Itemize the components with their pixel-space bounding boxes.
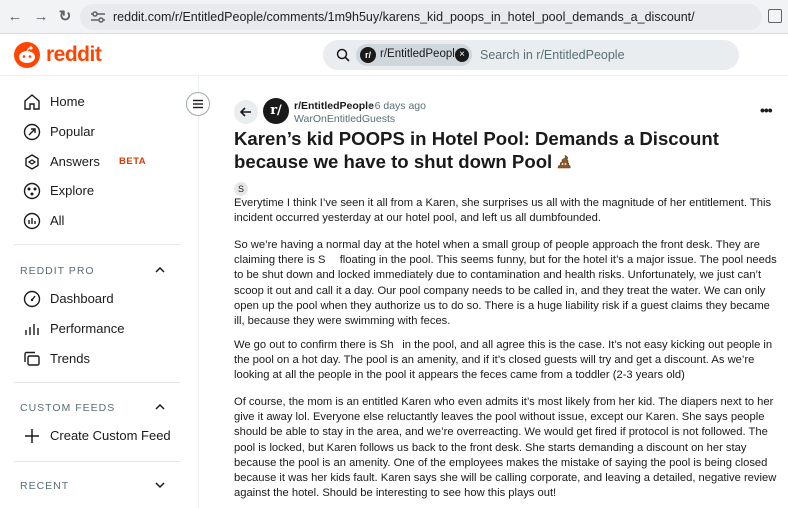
sidebar-divider xyxy=(14,461,180,462)
post-author[interactable]: WarOnEntitledGuests xyxy=(294,113,395,125)
sidebar-item-label: All xyxy=(50,213,65,228)
search-icon xyxy=(336,48,350,62)
answers-icon xyxy=(25,154,39,170)
post-title: Karen’s kid POOPS in Hotel Pool: Demands… xyxy=(234,127,774,173)
forward-nav-icon[interactable]: → xyxy=(32,8,50,26)
subreddit-chip-avatar: r/ xyxy=(360,47,376,63)
all-icon xyxy=(23,212,41,230)
arrow-left-icon xyxy=(239,107,251,117)
post-paragraph: We go out to confirm there is Sh in the … xyxy=(234,339,773,382)
collapse-sidebar-button[interactable] xyxy=(186,92,210,116)
more-options-button[interactable]: ••• xyxy=(760,102,773,118)
sidebar-divider xyxy=(14,244,180,245)
sidebar-divider xyxy=(14,382,180,383)
sidebar-item-popular[interactable]: Popular xyxy=(22,121,182,143)
sidebar-item-label: Explore xyxy=(50,183,95,198)
back-button[interactable] xyxy=(234,100,258,124)
post-paragraph: Everytime I think I’ve seen it all from … xyxy=(234,197,772,225)
browser-toolbar: ← → ↻ reddit.com/r/EntitledPeople/commen… xyxy=(0,0,788,34)
plus-icon xyxy=(25,429,39,443)
post-title-text: Karen’s kid POOPS in Hotel Pool: Demands… xyxy=(234,128,719,172)
recent-section-title[interactable]: RECENT xyxy=(20,480,69,492)
reddit-pro-section-title[interactable]: REDDIT PRO xyxy=(20,265,95,277)
performance-icon xyxy=(25,324,39,335)
home-icon xyxy=(24,94,40,110)
sidebar-item-dashboard[interactable]: Dashboard xyxy=(22,288,182,310)
trends-icon xyxy=(24,351,40,366)
subreddit-avatar[interactable]: r/ xyxy=(263,98,289,124)
left-sidebar: Home Popular Answers BETA Explore All RE… xyxy=(0,76,199,508)
custom-feeds-section-title[interactable]: CUSTOM FEEDS xyxy=(20,402,115,414)
subreddit-chip-label: r/EntitledPeople xyxy=(380,48,462,60)
post-paragraph: So we’re having a normal day at the hote… xyxy=(234,239,777,328)
sidebar-item-label: Answers xyxy=(50,154,100,169)
dashboard-icon xyxy=(23,290,41,308)
site-settings-icon[interactable] xyxy=(91,11,105,23)
reddit-wordmark[interactable]: reddit xyxy=(46,43,102,67)
sidebar-item-answers[interactable]: Answers BETA xyxy=(22,151,182,173)
site-header: reddit r/ r/EntitledPeople × Search in r… xyxy=(0,34,788,76)
reload-icon[interactable]: ↻ xyxy=(56,8,74,26)
reddit-logo-icon[interactable] xyxy=(14,42,40,68)
address-bar[interactable]: reddit.com/r/EntitledPeople/comments/1m9… xyxy=(80,4,762,30)
search-input[interactable]: Search in r/EntitledPeople xyxy=(480,48,625,62)
post-paragraph: Of course, the mom is an entitled Karen … xyxy=(234,396,777,500)
create-custom-feed-button[interactable]: Create Custom Feed xyxy=(22,425,182,447)
back-nav-icon[interactable]: ← xyxy=(6,8,24,26)
poop-emoji-icon xyxy=(557,154,571,169)
sidebar-item-label: Home xyxy=(50,94,85,109)
sidebar-item-trends[interactable]: Trends xyxy=(22,348,182,370)
sidebar-item-label: Trends xyxy=(50,351,90,366)
popular-icon xyxy=(23,123,41,141)
subreddit-link[interactable]: r/EntitledPeople xyxy=(294,100,374,112)
sidebar-item-home[interactable]: Home xyxy=(22,91,182,113)
flair-badge: S xyxy=(234,182,248,196)
chevron-down-icon[interactable] xyxy=(154,479,166,491)
beta-badge: BETA xyxy=(119,156,147,167)
sidebar-item-label: Create Custom Feed xyxy=(50,428,171,443)
sidebar-item-explore[interactable]: Explore xyxy=(22,180,182,202)
sidebar-item-performance[interactable]: Performance xyxy=(22,318,182,340)
sidebar-item-label: Dashboard xyxy=(50,291,114,306)
explore-icon xyxy=(23,182,41,200)
search-bar[interactable]: r/ r/EntitledPeople × Search in r/Entitl… xyxy=(323,40,739,70)
cast-icon[interactable] xyxy=(768,9,782,23)
menu-icon xyxy=(193,99,203,109)
url-text: reddit.com/r/EntitledPeople/comments/1m9… xyxy=(113,10,695,24)
sidebar-item-label: Popular xyxy=(50,124,95,139)
sidebar-item-all[interactable]: All xyxy=(22,210,182,232)
chip-close-icon[interactable]: × xyxy=(455,48,469,62)
chevron-up-icon[interactable] xyxy=(154,264,166,276)
sidebar-item-label: Performance xyxy=(50,321,125,336)
chevron-up-icon[interactable] xyxy=(154,401,166,413)
subreddit-search-chip[interactable]: r/ r/EntitledPeople × xyxy=(356,44,472,66)
post-timestamp: • 6 days ago xyxy=(368,100,426,112)
